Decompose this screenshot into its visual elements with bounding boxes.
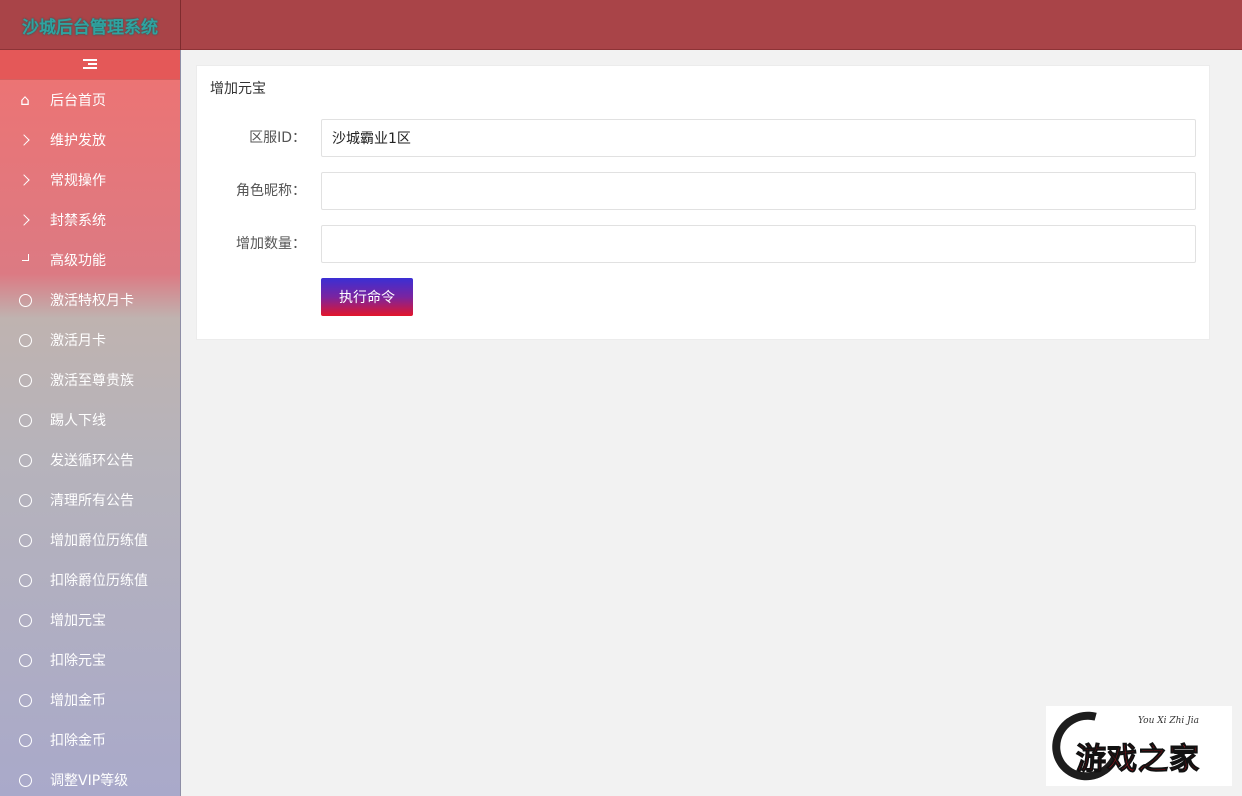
sidebar-subitem-deduct-rank-exp[interactable]: 扣除爵位历练值 bbox=[0, 560, 180, 600]
menu-fold-icon bbox=[83, 59, 97, 70]
server-row: 区服ID： bbox=[197, 119, 1209, 157]
circle-icon bbox=[18, 773, 32, 787]
sidebar-subitem-noble[interactable]: 激活至尊贵族 bbox=[0, 360, 180, 400]
sidebar-subitem-label: 激活特权月卡 bbox=[50, 293, 134, 309]
sidebar-item-advanced[interactable]: 高级功能 bbox=[0, 240, 180, 280]
sidebar-subitem-vip-level[interactable]: 调整VIP等级 bbox=[0, 760, 180, 796]
sidebar-subitem-add-gold[interactable]: 增加金币 bbox=[0, 680, 180, 720]
chevron-right-icon bbox=[18, 213, 32, 227]
top-header: 沙城后台管理系统 bbox=[0, 0, 1242, 50]
circle-icon bbox=[18, 693, 32, 707]
nickname-label: 角色昵称： bbox=[236, 183, 306, 199]
sidebar-subitem-label: 激活至尊贵族 bbox=[50, 373, 134, 389]
circle-icon bbox=[18, 733, 32, 747]
circle-icon bbox=[18, 533, 32, 547]
sidebar-item-general[interactable]: 常规操作 bbox=[0, 160, 180, 200]
sidebar: ⌂ 后台首页 维护发放 常规操作 封禁系统 高级功能 激活特权月卡 激活月卡 激… bbox=[0, 50, 181, 796]
server-label: 区服ID： bbox=[249, 130, 306, 146]
circle-icon bbox=[18, 453, 32, 467]
sidebar-subitem-label: 增加金币 bbox=[50, 693, 106, 709]
sidebar-item-label: 高级功能 bbox=[50, 253, 106, 269]
sidebar-subitem-deduct-ingot[interactable]: 扣除元宝 bbox=[0, 640, 180, 680]
sidebar-subitem-label: 扣除金币 bbox=[50, 733, 106, 749]
watermark-text: 游戏之家 bbox=[1076, 742, 1200, 778]
circle-icon bbox=[18, 493, 32, 507]
sidebar-toggle-button[interactable] bbox=[0, 50, 180, 80]
sidebar-subitem-deduct-gold[interactable]: 扣除金币 bbox=[0, 720, 180, 760]
amount-label: 增加数量： bbox=[236, 236, 306, 252]
watermark-script-text: You Xi Zhi Jia bbox=[1138, 716, 1200, 726]
sidebar-subitem-label: 增加元宝 bbox=[50, 613, 106, 629]
watermark-logo: You Xi Zhi Jia 游戏之家 bbox=[1039, 699, 1232, 793]
app-logo[interactable]: 沙城后台管理系统 bbox=[0, 0, 181, 50]
sidebar-subitem-label: 增加爵位历练值 bbox=[50, 533, 148, 549]
circle-icon bbox=[18, 573, 32, 587]
circle-icon bbox=[18, 653, 32, 667]
sidebar-item-ban[interactable]: 封禁系统 bbox=[0, 200, 180, 240]
sidebar-subitem-clear-notices[interactable]: 清理所有公告 bbox=[0, 480, 180, 520]
sidebar-item-label: 后台首页 bbox=[50, 93, 106, 109]
chevron-right-icon bbox=[18, 173, 32, 187]
circle-icon bbox=[18, 333, 32, 347]
sidebar-item-label: 常规操作 bbox=[50, 173, 106, 189]
sidebar-subitem-label: 激活月卡 bbox=[50, 333, 106, 349]
nickname-input[interactable] bbox=[321, 172, 1196, 210]
amount-row: 增加数量： bbox=[197, 225, 1209, 263]
home-icon: ⌂ bbox=[20, 90, 30, 109]
sidebar-item-home[interactable]: ⌂ 后台首页 bbox=[0, 80, 180, 120]
chevron-right-icon bbox=[18, 133, 32, 147]
circle-icon bbox=[18, 413, 32, 427]
sidebar-subitem-label: 扣除爵位历练值 bbox=[50, 573, 148, 589]
circle-icon bbox=[18, 373, 32, 387]
sidebar-item-label: 维护发放 bbox=[50, 133, 106, 149]
nickname-row: 角色昵称： bbox=[197, 172, 1209, 210]
circle-icon bbox=[18, 613, 32, 627]
corner-down-icon bbox=[18, 253, 32, 267]
circle-icon bbox=[18, 293, 32, 307]
execute-command-button[interactable]: 执行命令 bbox=[321, 278, 413, 316]
sidebar-item-label: 封禁系统 bbox=[50, 213, 106, 229]
sidebar-subitem-label: 调整VIP等级 bbox=[50, 773, 129, 789]
sidebar-item-maintenance[interactable]: 维护发放 bbox=[0, 120, 180, 160]
sidebar-subitem-kick[interactable]: 踢人下线 bbox=[0, 400, 180, 440]
sidebar-subitem-loop-notice[interactable]: 发送循环公告 bbox=[0, 440, 180, 480]
form-title: 增加元宝 bbox=[210, 81, 266, 97]
sidebar-subitem-month-card[interactable]: 激活月卡 bbox=[0, 320, 180, 360]
sidebar-subitem-label: 清理所有公告 bbox=[50, 493, 134, 509]
form-card: 增加元宝 区服ID： 角色昵称： 增加数量： 执行命令 bbox=[196, 65, 1210, 340]
sidebar-subitem-add-ingot[interactable]: 增加元宝 bbox=[0, 600, 180, 640]
sidebar-subitem-label: 踢人下线 bbox=[50, 413, 106, 429]
server-input[interactable] bbox=[321, 119, 1196, 157]
sidebar-subitem-privilege-card[interactable]: 激活特权月卡 bbox=[0, 280, 180, 320]
sidebar-subitem-add-rank-exp[interactable]: 增加爵位历练值 bbox=[0, 520, 180, 560]
sidebar-subitem-label: 扣除元宝 bbox=[50, 653, 106, 669]
sidebar-subitem-label: 发送循环公告 bbox=[50, 453, 134, 469]
amount-input[interactable] bbox=[321, 225, 1196, 263]
sidebar-nav: ⌂ 后台首页 维护发放 常规操作 封禁系统 高级功能 激活特权月卡 激活月卡 激… bbox=[0, 80, 180, 796]
